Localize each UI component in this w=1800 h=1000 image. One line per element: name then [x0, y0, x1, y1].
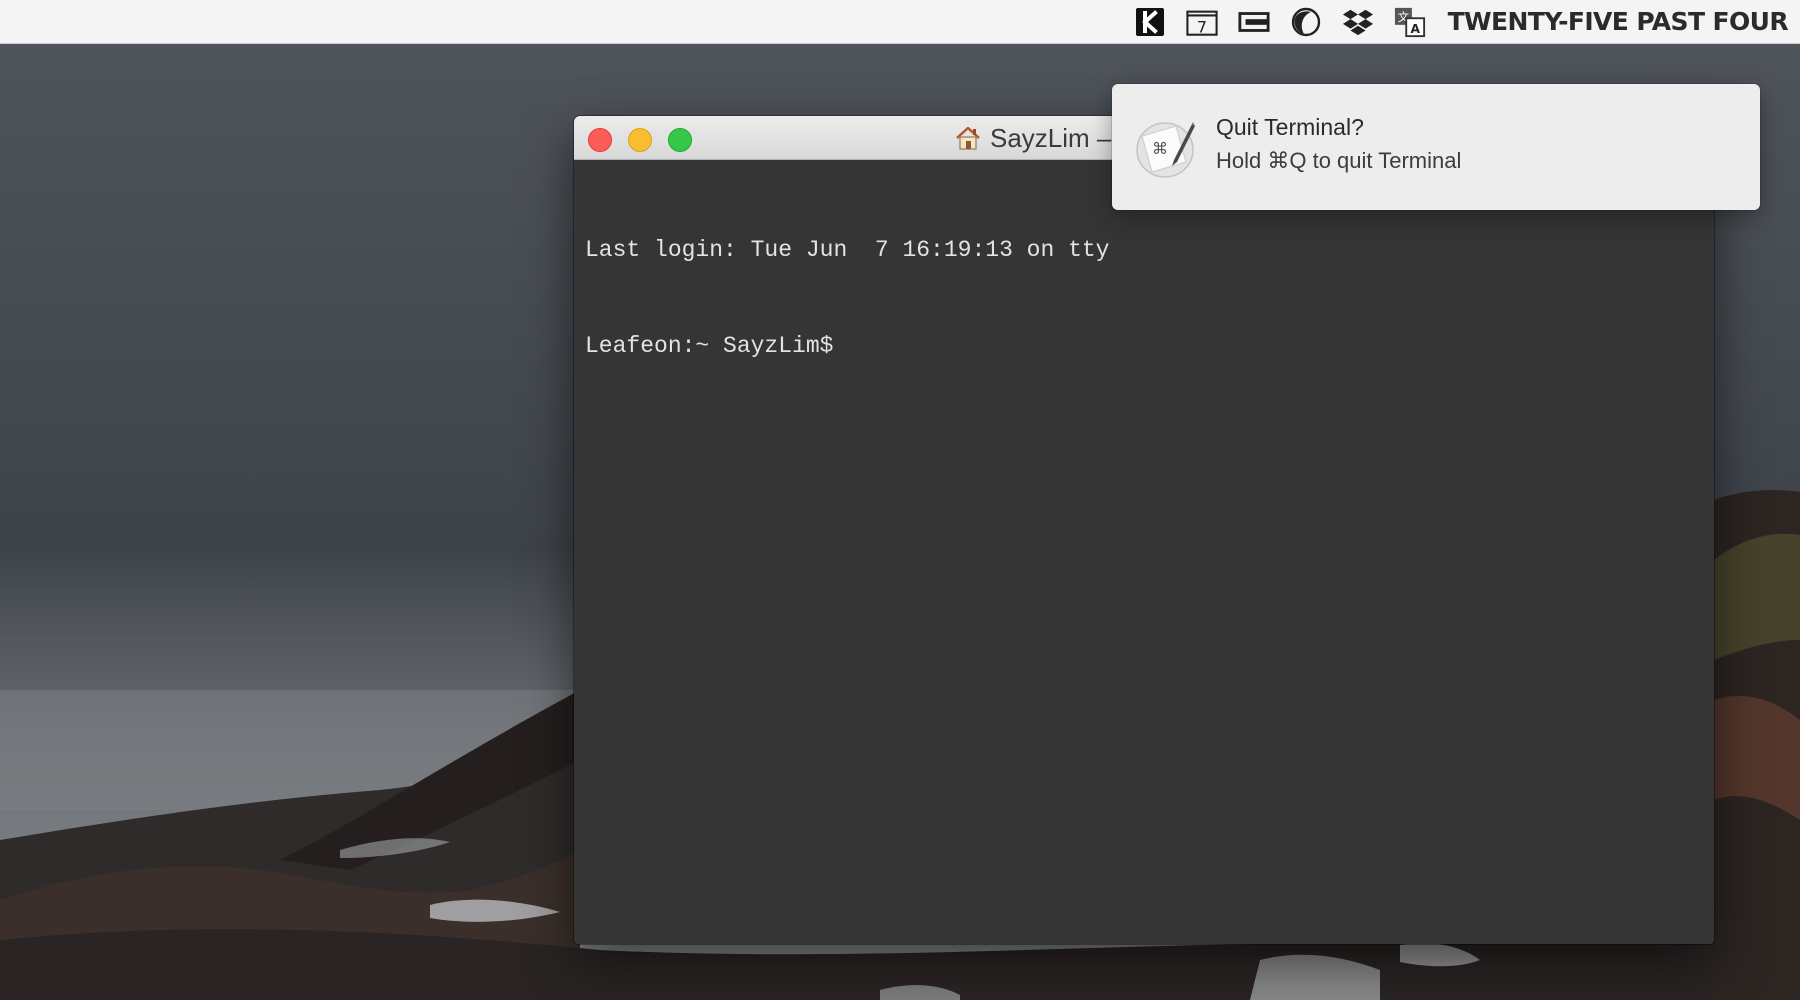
terminal-window[interactable]: SayzLim – Last login: Tue Jun 7 16:19:13…: [574, 116, 1714, 944]
notification-title: Quit Terminal?: [1216, 114, 1364, 140]
terminal-line-last-login: Last login: Tue Jun 7 16:19:13 on tty: [585, 237, 1110, 263]
minimize-button[interactable]: [628, 128, 652, 152]
window-title: SayzLim –: [954, 116, 1111, 160]
monitor-icon[interactable]: [1238, 6, 1270, 38]
menu-bar: 7 文 A TWENTY-FIVE PAST FOUR: [0, 0, 1800, 44]
close-button[interactable]: [588, 128, 612, 152]
notification-banner[interactable]: ⌘ Quit Terminal? Hold ⌘Q to quit Termina…: [1112, 84, 1760, 210]
svg-text:A: A: [1410, 21, 1420, 35]
dropbox-icon[interactable]: [1342, 6, 1374, 38]
notification-body: Hold ⌘Q to quit Terminal: [1216, 148, 1462, 173]
terminal-output[interactable]: Last login: Tue Jun 7 16:19:13 on tty Le…: [585, 170, 1704, 934]
window-title-text: SayzLim –: [990, 122, 1112, 153]
calendar-day: 7: [1196, 17, 1206, 36]
translate-icon[interactable]: 文 A: [1394, 6, 1426, 38]
calendar-icon[interactable]: 7: [1185, 6, 1218, 38]
moon-icon[interactable]: [1290, 6, 1322, 38]
script-editor-icon: ⌘: [1136, 122, 1195, 178]
home-icon: [956, 126, 980, 150]
terminal-prompt: Leafeon:~ SayzLim$: [585, 333, 834, 359]
menubar-clock[interactable]: TWENTY-FIVE PAST FOUR: [1448, 7, 1789, 36]
zoom-button[interactable]: [668, 128, 692, 152]
svg-text:⌘: ⌘: [1152, 139, 1168, 158]
k-app-icon[interactable]: [1134, 6, 1166, 38]
